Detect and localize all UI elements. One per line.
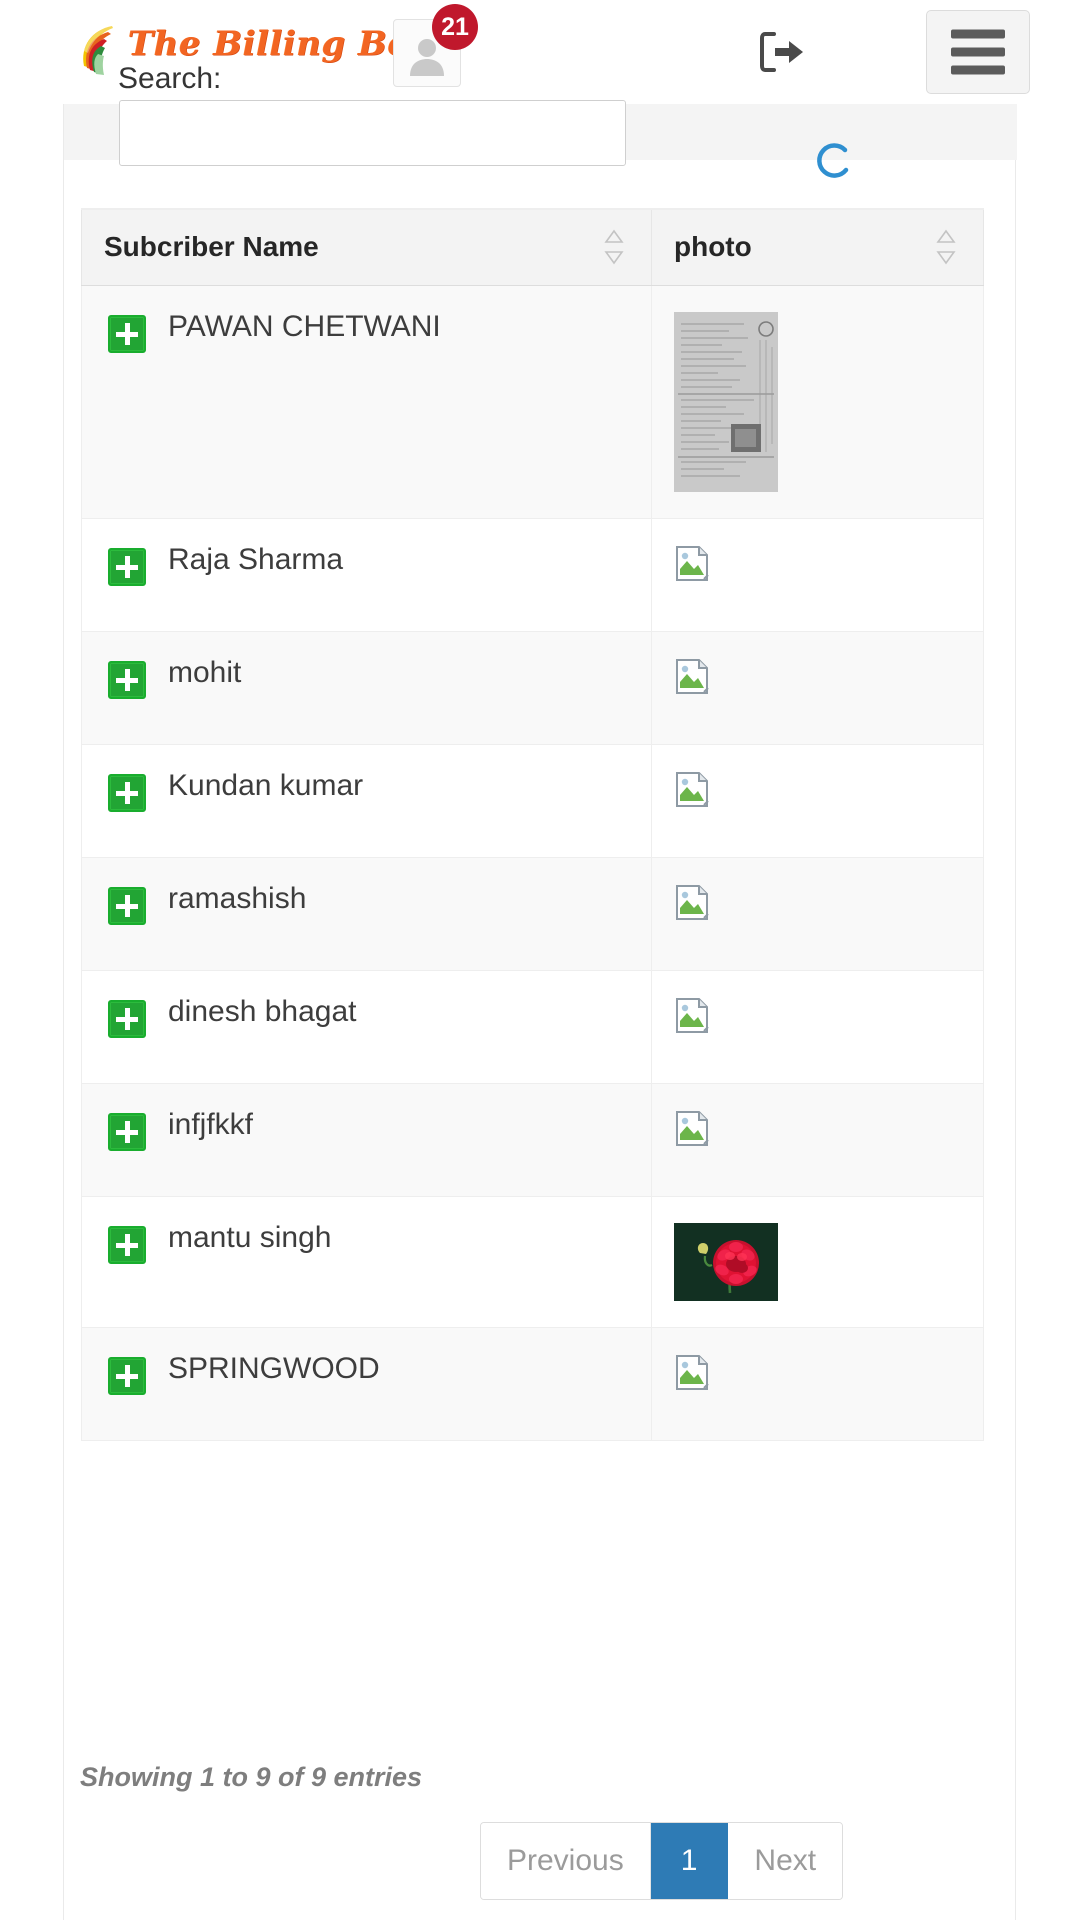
user-avatar-button[interactable]: 21 xyxy=(393,4,478,87)
cell-subscriber-name: dinesh bhagat xyxy=(81,969,652,1084)
cell-photo xyxy=(651,1326,984,1441)
pagination: Previous 1 Next xyxy=(480,1822,844,1900)
column-header-photo[interactable]: photo xyxy=(651,208,984,286)
menu-button[interactable] xyxy=(926,10,1030,94)
document-scan-thumbnail[interactable] xyxy=(674,311,778,492)
broken-image-icon[interactable] xyxy=(674,997,712,1035)
subscriber-name: Raja Sharma xyxy=(168,542,344,576)
expand-row-plus-icon[interactable] xyxy=(108,314,146,353)
subscriber-name: ramashish xyxy=(168,881,307,915)
table-row[interactable]: dinesh bhagat xyxy=(81,969,984,1084)
table-row[interactable]: SPRINGWOOD xyxy=(81,1326,984,1441)
cell-photo xyxy=(651,1082,984,1197)
cell-subscriber-name: ramashish xyxy=(81,856,652,971)
sort-arrows-icon xyxy=(604,229,624,265)
table-head: Subcriber Name photo xyxy=(81,208,984,286)
cell-photo xyxy=(651,969,984,1084)
subscriber-name: mohit xyxy=(168,655,242,689)
broken-image-icon[interactable] xyxy=(674,771,712,809)
subscribers-table-wrapper: Subcriber Name photo PAWAN CHETWANI Raja… xyxy=(81,208,984,1441)
broken-image-icon[interactable] xyxy=(674,884,712,922)
table-row[interactable]: mantu singh xyxy=(81,1195,984,1328)
cell-subscriber-name: SPRINGWOOD xyxy=(81,1326,652,1441)
cell-subscriber-name: Raja Sharma xyxy=(81,517,652,632)
expand-row-plus-icon[interactable] xyxy=(108,1112,146,1151)
expand-row-plus-icon[interactable] xyxy=(108,660,146,699)
expand-row-plus-icon[interactable] xyxy=(108,773,146,812)
expand-row-plus-icon[interactable] xyxy=(108,886,146,925)
cell-photo xyxy=(651,1195,984,1328)
notification-badge: 21 xyxy=(432,4,478,50)
broken-image-icon[interactable] xyxy=(674,1110,712,1148)
column-header-label: Subcriber Name xyxy=(104,231,319,263)
cell-subscriber-name: mohit xyxy=(81,630,652,745)
expand-row-plus-icon[interactable] xyxy=(108,999,146,1038)
column-header-subscriber-name[interactable]: Subcriber Name xyxy=(81,208,652,286)
pagination-page-1[interactable]: 1 xyxy=(650,1823,729,1899)
table-row[interactable]: PAWAN CHETWANI xyxy=(81,284,984,519)
expand-row-plus-icon[interactable] xyxy=(108,1225,146,1264)
table-row[interactable]: Kundan kumar xyxy=(81,743,984,858)
sort-arrows-icon xyxy=(936,229,956,265)
subscribers-table: Subcriber Name photo PAWAN CHETWANI Raja… xyxy=(81,208,984,1441)
broken-image-icon[interactable] xyxy=(674,658,712,696)
pagination-previous[interactable]: Previous xyxy=(481,1823,651,1899)
cell-subscriber-name: PAWAN CHETWANI xyxy=(81,284,652,519)
search-label: Search: xyxy=(118,62,222,95)
logout-button[interactable] xyxy=(756,28,808,76)
hamburger-menu-icon xyxy=(951,29,1005,75)
search-input[interactable] xyxy=(119,100,626,166)
subscriber-name: dinesh bhagat xyxy=(168,994,357,1028)
table-row[interactable]: ramashish xyxy=(81,856,984,971)
flower-thumbnail[interactable] xyxy=(674,1222,778,1301)
table-row[interactable]: infjfkkf xyxy=(81,1082,984,1197)
cell-photo xyxy=(651,743,984,858)
table-row[interactable]: mohit xyxy=(81,630,984,745)
subscriber-name: infjfkkf xyxy=(168,1107,254,1141)
table-body: PAWAN CHETWANI Raja Sharma mohit Kundan … xyxy=(81,284,984,1441)
cell-photo xyxy=(651,630,984,745)
broken-image-icon[interactable] xyxy=(674,1354,712,1392)
loading-spinner-icon xyxy=(817,143,849,178)
table-info-text: Showing 1 to 9 of 9 entries xyxy=(80,1762,423,1792)
expand-row-plus-icon[interactable] xyxy=(108,547,146,586)
subscriber-name: PAWAN CHETWANI xyxy=(168,309,441,343)
sign-out-icon xyxy=(760,32,803,72)
column-header-label: photo xyxy=(674,231,752,263)
cell-photo xyxy=(651,284,984,519)
cell-subscriber-name: Kundan kumar xyxy=(81,743,652,858)
subscriber-name: SPRINGWOOD xyxy=(168,1351,380,1385)
pagination-next[interactable]: Next xyxy=(728,1823,843,1899)
cell-photo xyxy=(651,856,984,971)
table-header-row: Subcriber Name photo xyxy=(81,208,984,286)
cell-photo xyxy=(651,517,984,632)
cell-subscriber-name: infjfkkf xyxy=(81,1082,652,1197)
subscriber-name: Kundan kumar xyxy=(168,768,364,802)
broken-image-icon[interactable] xyxy=(674,545,712,583)
subscriber-name: mantu singh xyxy=(168,1220,332,1254)
table-row[interactable]: Raja Sharma xyxy=(81,517,984,632)
expand-row-plus-icon[interactable] xyxy=(108,1356,146,1395)
cell-subscriber-name: mantu singh xyxy=(81,1195,652,1328)
